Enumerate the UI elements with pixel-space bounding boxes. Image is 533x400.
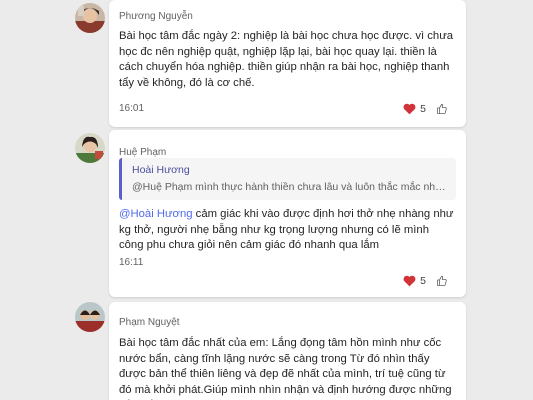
message-text: Bài học tâm đắc ngày 2: nghiệp là bài họ… (119, 30, 454, 89)
like-icon[interactable] (436, 103, 448, 115)
mention-link[interactable]: @Hoài Hương (119, 208, 193, 220)
message-card[interactable]: Phương Nguyễn Bài học tâm đắc ngày 2: ng… (109, 0, 466, 127)
like-icon[interactable] (436, 275, 448, 287)
reaction-count: 5 (420, 103, 426, 115)
heart-reaction[interactable]: 5 (403, 275, 426, 287)
message-card[interactable]: Phạm Nguyệt Bài học tâm đắc nhất của em:… (109, 302, 466, 400)
avatar-photo-icon (75, 133, 105, 163)
quote-text: @Huệ Phạm mình thực hành thiền chưa lâu … (132, 181, 446, 193)
avatar[interactable] (75, 133, 105, 163)
reactions-bar: 5 (403, 275, 448, 287)
avatar-photo-icon (75, 302, 105, 332)
message-author: Phạm Nguyệt (119, 317, 180, 328)
quoted-reply[interactable]: Hoài Hương @Huệ Phạm mình thực hành thiề… (119, 158, 456, 200)
message-time: 16:11 (119, 257, 144, 268)
message-card[interactable]: Huệ Phạm Hoài Hương @Huệ Phạm mình thực … (109, 130, 466, 297)
chat-feed: Phương Nguyễn Bài học tâm đắc ngày 2: ng… (0, 0, 533, 400)
heart-icon (403, 275, 416, 287)
message-author: Phương Nguyễn (119, 11, 193, 22)
avatar-photo-icon (75, 3, 105, 33)
avatar[interactable] (75, 302, 105, 332)
reaction-count: 5 (420, 275, 426, 287)
heart-icon (403, 103, 416, 115)
quote-author: Hoài Hương (132, 164, 190, 176)
heart-reaction[interactable]: 5 (403, 103, 426, 115)
message-text: Bài học tâm đắc nhất của em: Lắng đọng t… (119, 337, 452, 400)
reactions-bar: 5 (403, 103, 448, 115)
avatar[interactable] (75, 3, 105, 33)
message-text: @Hoài Hương cảm giác khi vào được định h… (119, 207, 454, 254)
